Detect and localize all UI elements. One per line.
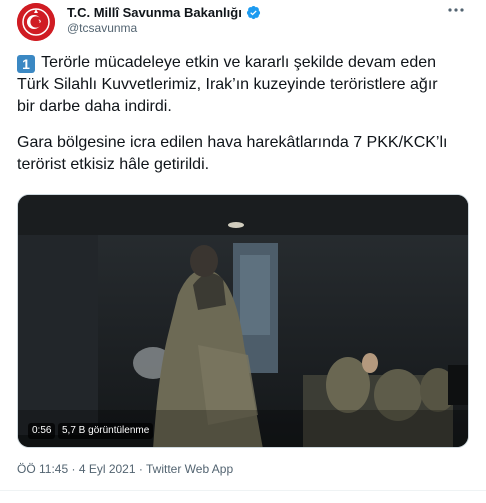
avatar[interactable] — [17, 3, 55, 41]
video-player[interactable]: 0:56 5,7 B görüntülenme — [17, 194, 469, 448]
separator-dot: · — [135, 462, 146, 476]
tweet-text: 1 Terörle mücadeleye etkin ve kararlı şe… — [17, 52, 457, 176]
turkish-flag-emblem-icon — [17, 3, 55, 41]
tweet-paragraph-2: Gara bölgesine icra edilen hava harekâtl… — [17, 134, 448, 173]
keycap-one-icon: 1 — [17, 55, 35, 73]
tweet-date[interactable]: 4 Eyl 2021 — [79, 462, 136, 476]
tweet-source[interactable]: Twitter Web App — [146, 462, 233, 476]
account-name-row[interactable]: T.C. Millî Savunma Bakanlığı — [67, 3, 261, 21]
video-view-count: 5,7 B görüntülenme — [58, 423, 154, 439]
more-options-icon[interactable] — [446, 2, 466, 18]
divider — [0, 490, 486, 491]
video-duration: 0:56 — [28, 423, 56, 439]
tweet-paragraph-1: Terörle mücadeleye etkin ve kararlı şeki… — [17, 54, 438, 115]
verified-badge-icon — [246, 5, 260, 19]
tweet-metadata: ÖÖ 11:45 · 4 Eyl 2021 · Twitter Web App — [17, 462, 233, 476]
tweet-time[interactable]: ÖÖ 11:45 — [17, 462, 68, 476]
account-handle[interactable]: @tcsavunma — [67, 21, 137, 35]
account-name[interactable]: T.C. Millî Savunma Bakanlığı — [67, 5, 242, 20]
video-thumbnail — [18, 195, 468, 447]
separator-dot: · — [68, 462, 79, 476]
